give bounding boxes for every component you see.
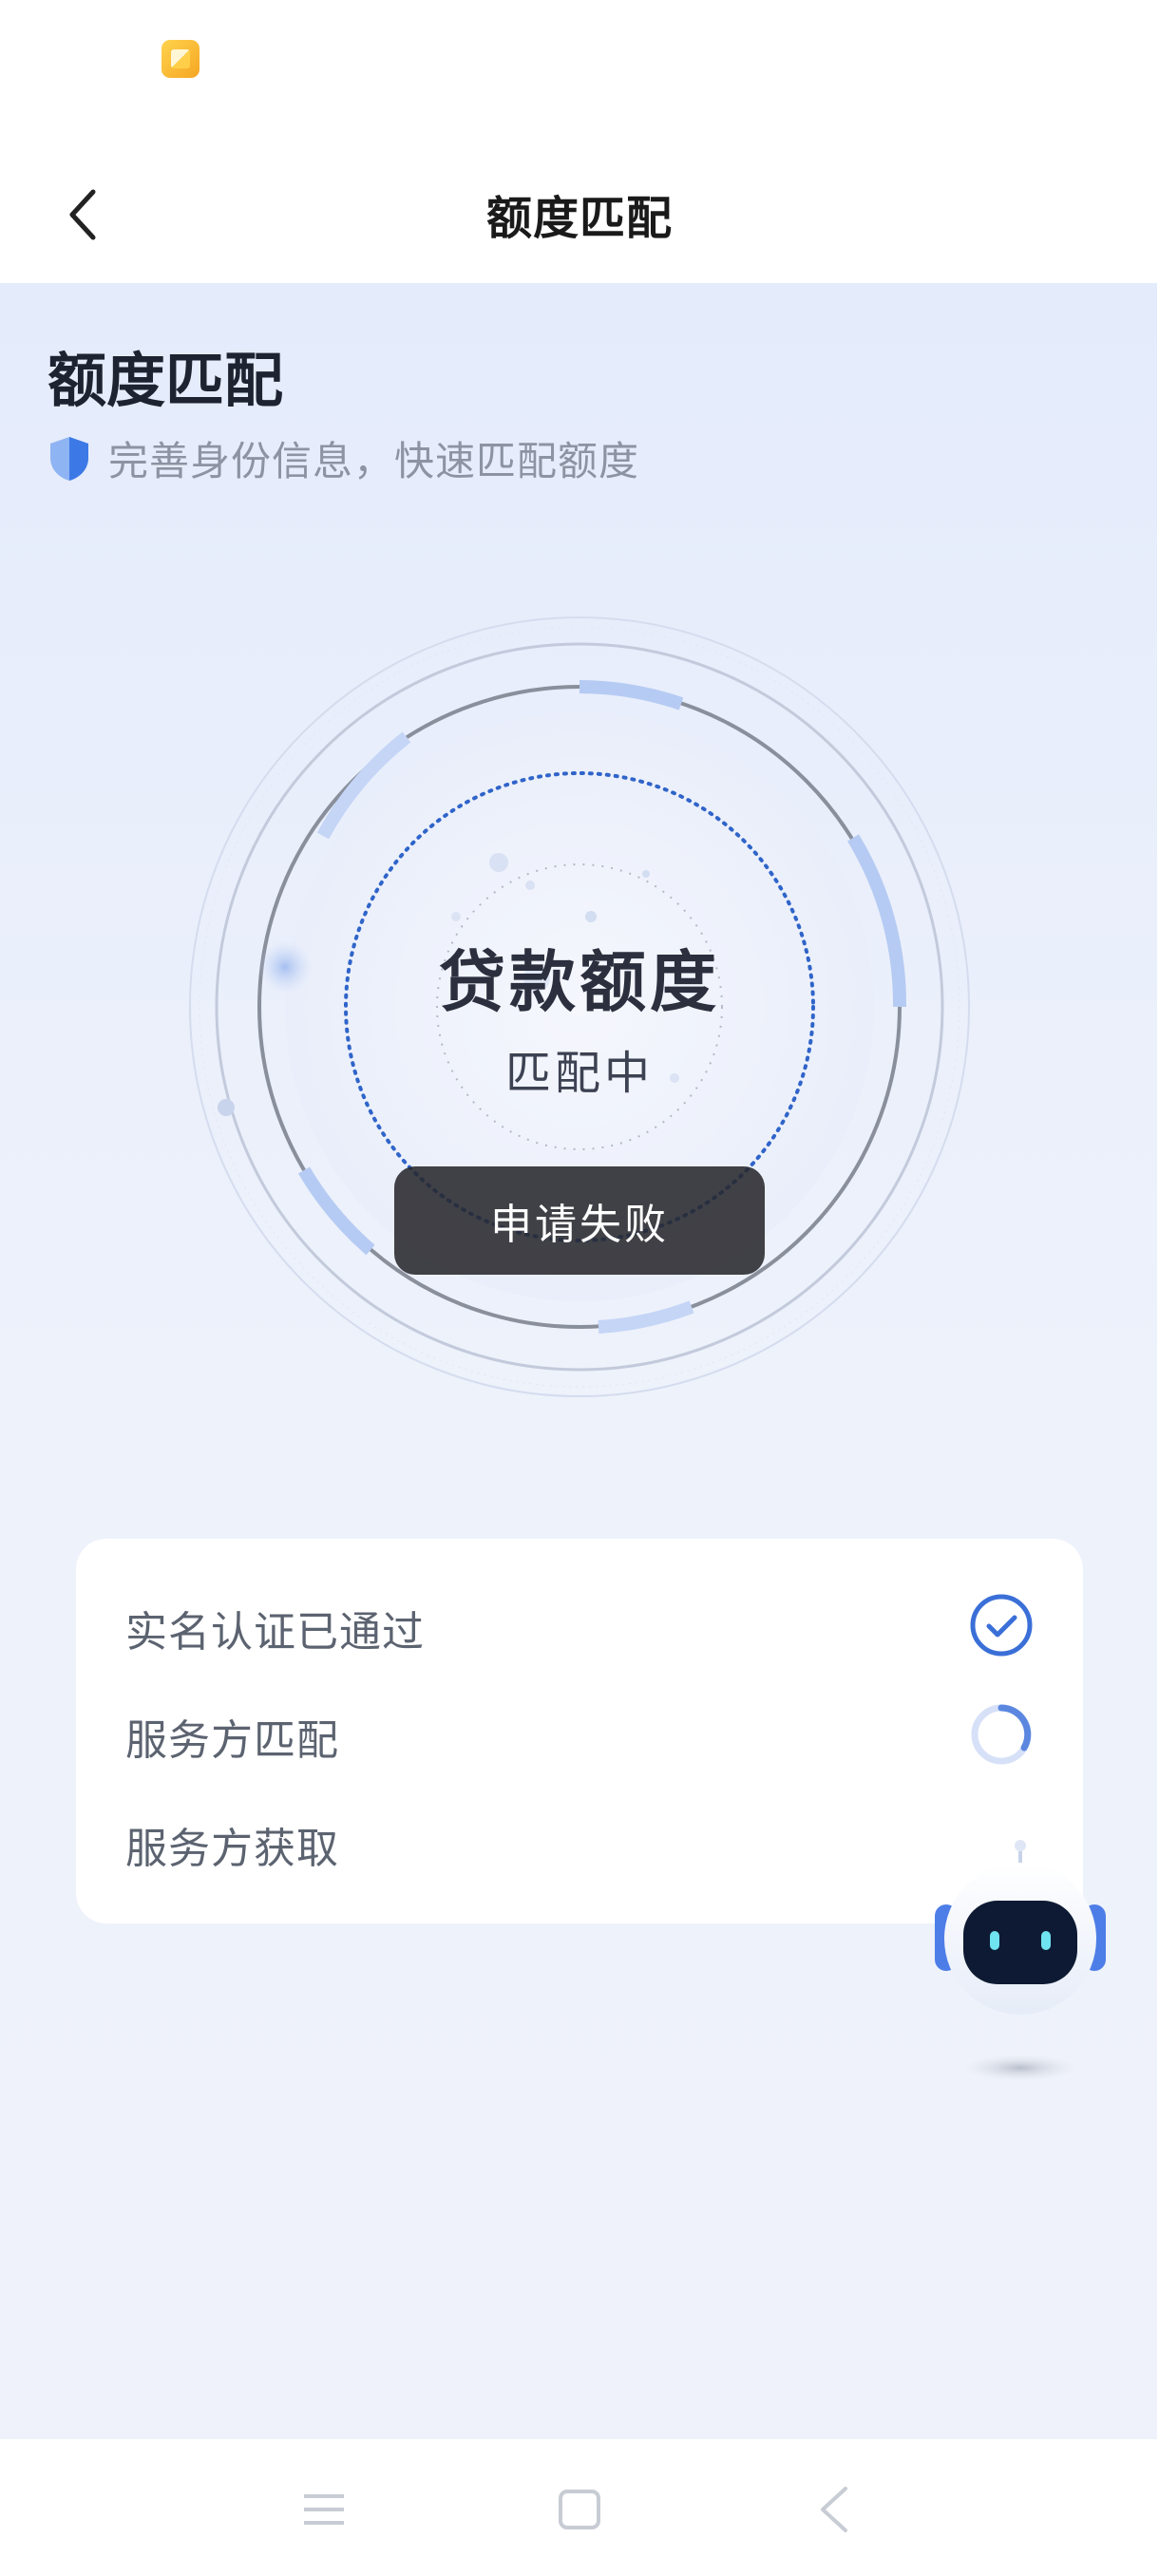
nav-title: 额度匹配	[485, 192, 673, 245]
status-bar	[0, 0, 1159, 133]
spinner-icon	[971, 1704, 1032, 1765]
step-provider-fetch: 服务方获取	[125, 1825, 339, 1873]
menu-icon[interactable]	[300, 2489, 348, 2530]
page-title: 额度匹配	[48, 346, 284, 415]
robot-icon[interactable]	[931, 1838, 1121, 2085]
shield-icon	[50, 436, 88, 481]
check-circle-icon	[970, 1594, 1033, 1657]
home-icon[interactable]	[556, 2489, 603, 2530]
subtitle: 完善身份信息，快速匹配额度	[108, 438, 640, 484]
toast-message: 申请失败	[394, 1166, 765, 1275]
notification-app-icon	[162, 40, 200, 78]
loan-amount-title: 贷款额度	[439, 943, 720, 1021]
step-provider-match: 服务方匹配	[125, 1716, 339, 1765]
matching-status: 匹配中	[504, 1047, 654, 1100]
back-icon[interactable]	[815, 2485, 853, 2534]
subtitle-row: 完善身份信息，快速匹配额度	[48, 429, 639, 487]
step-realname: 实名认证已通过	[125, 1608, 425, 1657]
